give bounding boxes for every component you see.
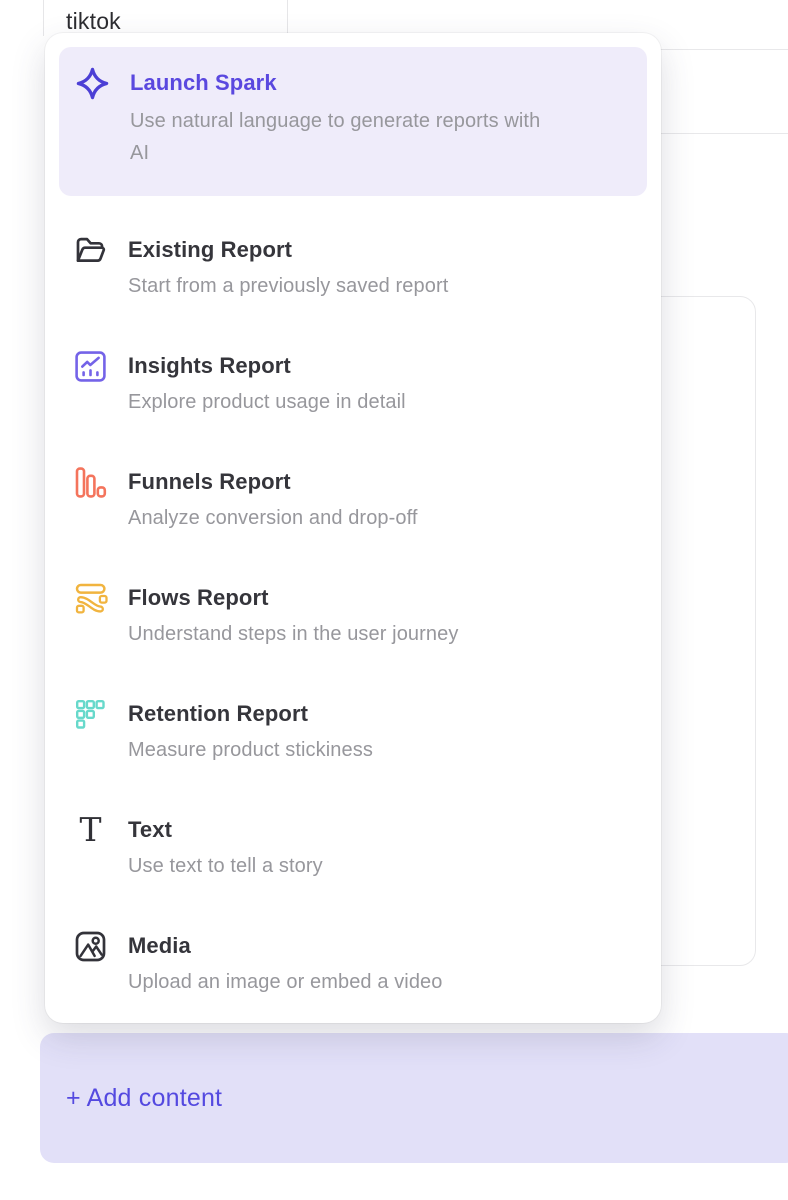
background-cell-text: tiktok bbox=[66, 8, 121, 35]
menu-item-funnels-report[interactable]: Funnels Report Analyze conversion and dr… bbox=[45, 442, 661, 558]
background-table-border bbox=[43, 0, 44, 36]
menu-item-insights-report[interactable]: Insights Report Explore product usage in… bbox=[45, 326, 661, 442]
menu-item-title: Existing Report bbox=[128, 236, 448, 264]
menu-item-title: Launch Spark bbox=[130, 69, 555, 97]
menu-item-flows-report[interactable]: Flows Report Understand steps in the use… bbox=[45, 558, 661, 674]
media-icon bbox=[73, 929, 108, 964]
menu-item-media[interactable]: Media Upload an image or embed a video bbox=[45, 906, 661, 1022]
menu-item-subtitle: Explore product usage in detail bbox=[128, 388, 406, 416]
menu-item-title: Retention Report bbox=[128, 700, 373, 728]
background-divider bbox=[648, 133, 788, 134]
folder-open-icon bbox=[73, 233, 108, 268]
menu-item-existing-report[interactable]: Existing Report Start from a previously … bbox=[45, 210, 661, 326]
flows-icon bbox=[73, 581, 108, 616]
add-content-button[interactable]: + Add content bbox=[40, 1033, 788, 1163]
menu-item-retention-report[interactable]: Retention Report Measure product stickin… bbox=[45, 674, 661, 790]
menu-item-subtitle: Upload an image or embed a video bbox=[128, 968, 443, 996]
line-chart-icon bbox=[73, 349, 108, 384]
bar-chart-icon bbox=[73, 465, 108, 500]
menu-item-subtitle: Understand steps in the user journey bbox=[128, 620, 458, 648]
menu-item-subtitle: Use natural language to generate reports… bbox=[130, 105, 555, 169]
menu-item-title: Text bbox=[128, 816, 323, 844]
add-content-menu: Launch Spark Use natural language to gen… bbox=[45, 33, 661, 1023]
menu-item-subtitle: Analyze conversion and drop-off bbox=[128, 504, 418, 532]
menu-item-title: Flows Report bbox=[128, 584, 458, 612]
text-icon: T bbox=[73, 813, 108, 848]
menu-item-title: Insights Report bbox=[128, 352, 406, 380]
retention-grid-icon bbox=[73, 697, 108, 732]
menu-item-subtitle: Use text to tell a story bbox=[128, 852, 323, 880]
menu-item-title: Media bbox=[128, 932, 443, 960]
menu-item-subtitle: Start from a previously saved report bbox=[128, 272, 448, 300]
background-table-border bbox=[287, 0, 288, 36]
add-content-label: + Add content bbox=[66, 1084, 222, 1113]
background-divider bbox=[648, 49, 788, 50]
menu-item-launch-spark[interactable]: Launch Spark Use natural language to gen… bbox=[59, 47, 647, 196]
menu-item-title: Funnels Report bbox=[128, 468, 418, 496]
menu-item-subtitle: Measure product stickiness bbox=[128, 736, 373, 764]
spark-icon bbox=[75, 66, 110, 101]
menu-item-text[interactable]: T Text Use text to tell a story bbox=[45, 790, 661, 906]
